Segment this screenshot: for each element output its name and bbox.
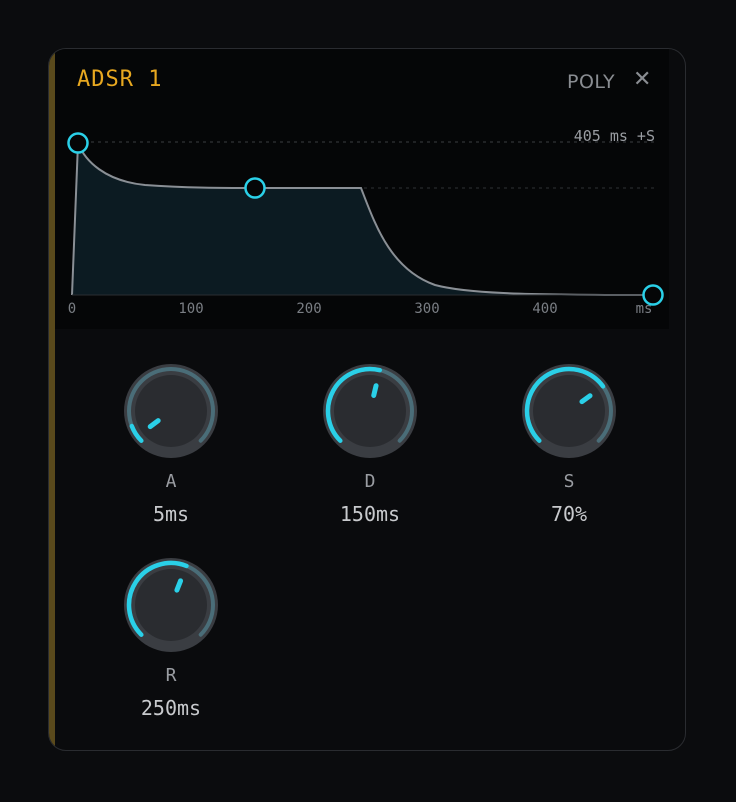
release-end-handle[interactable]: [642, 284, 664, 306]
sustain-knob[interactable]: [519, 361, 619, 461]
knob-value[interactable]: 70%: [499, 502, 639, 526]
total-time-label: 405 ms +S: [574, 127, 655, 145]
time-tick-100: 100: [178, 301, 203, 317]
decay-sustain-handle[interactable]: [244, 177, 266, 199]
knob-label: R: [165, 665, 177, 686]
knob-decay-cell: D 150ms: [300, 361, 440, 526]
knob-indicator: [371, 383, 379, 398]
knob-label: A: [165, 471, 177, 492]
envelope-title: ADSR 1: [77, 67, 163, 92]
close-icon[interactable]: ✕: [633, 67, 651, 92]
knob-body: [533, 375, 605, 447]
attack-peak-handle[interactable]: [67, 132, 89, 154]
time-tick-400: 400: [532, 301, 557, 317]
knob-indicator: [174, 578, 184, 593]
envelope-fill: [72, 143, 653, 295]
time-tick-0: 0: [68, 301, 76, 317]
envelope-header: 0 100 200 300 400 ms 405 ms +S ADSR 1 PO…: [55, 49, 669, 329]
attack-knob[interactable]: [121, 361, 221, 461]
time-tick-200: 200: [296, 301, 321, 317]
release-knob[interactable]: [121, 555, 221, 655]
knob-sustain-cell: S 70%: [499, 361, 639, 526]
decay-knob[interactable]: [320, 361, 420, 461]
knob-attack-cell: A 5ms: [101, 361, 241, 526]
knob-label: S: [563, 471, 575, 492]
knob-label: D: [364, 471, 376, 492]
knob-value[interactable]: 150ms: [300, 502, 440, 526]
knob-body: [334, 375, 406, 447]
knob-body: [135, 375, 207, 447]
knob-value[interactable]: 250ms: [101, 696, 241, 720]
voice-mode-toggle[interactable]: POLY: [567, 71, 615, 93]
time-tick-300: 300: [414, 301, 439, 317]
adsr-panel: 0 100 200 300 400 ms 405 ms +S ADSR 1 PO…: [48, 48, 686, 751]
knob-body: [135, 569, 207, 641]
knob-value[interactable]: 5ms: [101, 502, 241, 526]
knob-release-cell: R 250ms: [101, 555, 241, 720]
